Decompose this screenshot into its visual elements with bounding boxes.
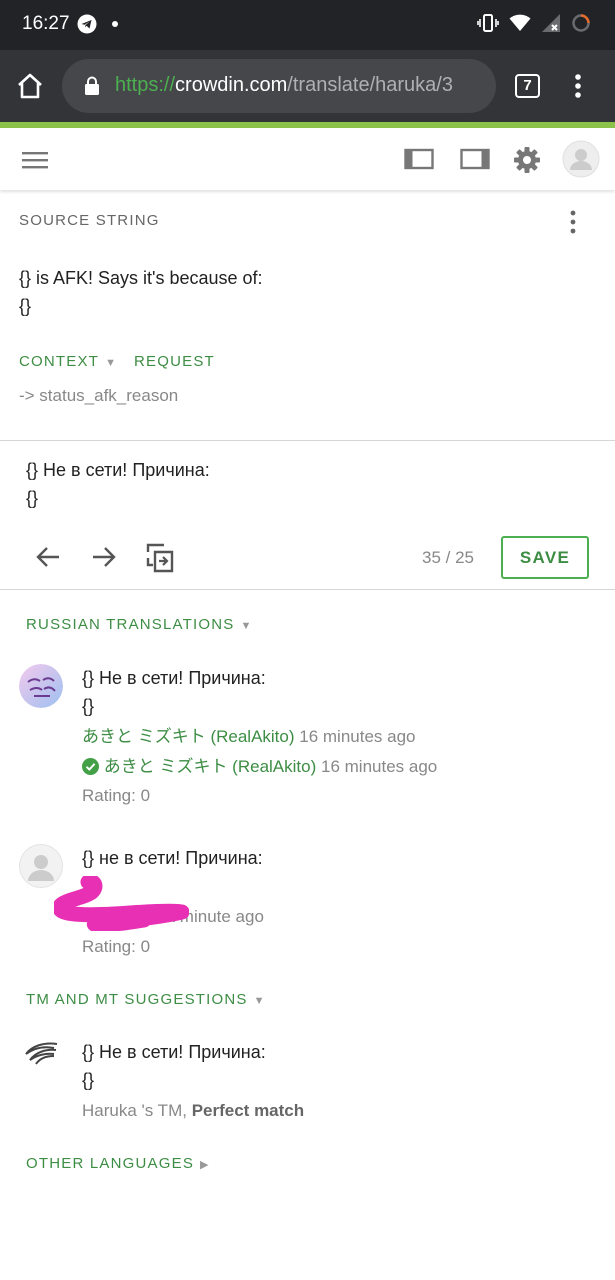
russian-translations-toggle[interactable]: RUSSIAN TRANSLATIONS ▼ bbox=[26, 616, 253, 633]
suggestion-source-name: Haruka 's TM, bbox=[82, 1101, 187, 1120]
next-arrow-icon[interactable] bbox=[91, 545, 117, 574]
source-string-label: SOURCE STRING bbox=[19, 212, 160, 229]
more-options-icon[interactable] bbox=[569, 210, 577, 239]
caret-down-icon: ▼ bbox=[253, 995, 266, 1007]
vibrate-icon bbox=[477, 13, 499, 38]
translation-line-2: {} bbox=[82, 696, 95, 716]
lock-icon bbox=[84, 76, 100, 101]
other-languages-toggle[interactable]: OTHER LANGUAGES ▶ bbox=[26, 1155, 210, 1172]
settings-gear-icon[interactable] bbox=[513, 146, 541, 179]
author-time: 16 minutes ago bbox=[299, 727, 416, 746]
caret-down-icon: ▼ bbox=[105, 357, 118, 369]
request-link[interactable]: REQUEST bbox=[134, 353, 215, 370]
translation-item-1[interactable]: {} Не в сети! Причина: {} bbox=[82, 664, 266, 720]
approver-link[interactable]: あきと ミズキト (RealAkito) bbox=[104, 757, 317, 776]
url-path: /translate/haruka/3 bbox=[287, 74, 453, 96]
divider bbox=[0, 589, 615, 590]
status-bar: 16:27 bbox=[0, 0, 615, 50]
translation-item-2[interactable]: {} не в сети! Причина: bbox=[82, 844, 263, 872]
russian-translations-label: RUSSIAN TRANSLATIONS bbox=[26, 616, 235, 633]
translation-author-row: あきと ミズキト (RealAkito) 16 minutes ago bbox=[82, 723, 416, 751]
user-avatar-icon[interactable] bbox=[562, 140, 600, 183]
other-languages-label: OTHER LANGUAGES bbox=[26, 1155, 195, 1172]
no-signal-icon bbox=[541, 13, 561, 38]
source-line-1: {} is AFK! Says it's because of: bbox=[19, 268, 263, 288]
url-host: crowdin.com bbox=[175, 74, 288, 96]
status-time: 16:27 bbox=[22, 13, 70, 34]
source-line-2: {} bbox=[19, 296, 32, 316]
suggestion-item[interactable]: {} Не в сети! Причина: {} bbox=[82, 1038, 266, 1094]
rating: Rating: 0 bbox=[82, 937, 151, 956]
previous-arrow-icon[interactable] bbox=[35, 545, 61, 574]
notification-dot-icon bbox=[112, 21, 118, 27]
url-scheme: https:// bbox=[115, 74, 176, 96]
caret-right-icon: ▶ bbox=[200, 1159, 210, 1171]
system-icons bbox=[477, 13, 591, 38]
telegram-icon bbox=[77, 14, 97, 39]
approval-row: あきと ミズキト (RealAkito) 16 minutes ago bbox=[82, 753, 437, 784]
tab-switcher-button[interactable]: 7 bbox=[515, 74, 540, 98]
redaction-scribble bbox=[52, 874, 190, 936]
editor-line-2: {} bbox=[26, 488, 39, 508]
battery-loading-icon bbox=[571, 13, 591, 38]
address-bar[interactable]: https://crowdin.com/translate/haruka/3 bbox=[62, 59, 496, 113]
suggestions-label: TM AND MT SUGGESTIONS bbox=[26, 991, 248, 1008]
suggestion-line-1: {} Не в сети! Причина: bbox=[82, 1042, 266, 1062]
home-icon[interactable] bbox=[16, 72, 44, 105]
rating: Rating: 0 bbox=[82, 786, 151, 805]
wifi-icon bbox=[509, 14, 531, 37]
copy-source-icon[interactable] bbox=[146, 543, 174, 578]
suggestion-source: Haruka 's TM, Perfect match bbox=[82, 1097, 304, 1125]
approve-time: 16 minutes ago bbox=[321, 757, 438, 776]
suggestion-line-2: {} bbox=[82, 1070, 95, 1090]
source-text: {} is AFK! Says it's because of: {} bbox=[19, 264, 263, 320]
caret-down-icon: ▼ bbox=[240, 620, 253, 632]
divider bbox=[0, 440, 615, 441]
context-toggle[interactable]: CONTEXT ▼ bbox=[19, 353, 117, 370]
suggestions-toggle[interactable]: TM AND MT SUGGESTIONS ▼ bbox=[26, 991, 266, 1008]
author-link[interactable]: あきと ミズキト (RealAkito) bbox=[82, 727, 295, 746]
save-button[interactable]: SAVE bbox=[501, 536, 589, 579]
left-panel-icon[interactable] bbox=[404, 146, 434, 177]
hamburger-menu-icon[interactable] bbox=[22, 150, 48, 175]
translation-line-1: {} Не в сети! Причина: bbox=[82, 668, 266, 688]
approved-check-icon bbox=[82, 756, 99, 784]
character-count: 35 / 25 bbox=[422, 548, 474, 567]
translator-avatar bbox=[19, 664, 63, 708]
editor-line-1: {} Не в сети! Причина: bbox=[26, 460, 210, 480]
browser-toolbar: https://crowdin.com/translate/haruka/3 7 bbox=[0, 50, 615, 122]
translation-memory-icon bbox=[24, 1040, 58, 1071]
translation-editor[interactable]: {} Не в сети! Причина: {} bbox=[26, 456, 210, 512]
browser-menu-icon[interactable] bbox=[574, 74, 582, 105]
app-toolbar bbox=[0, 128, 615, 190]
right-panel-icon[interactable] bbox=[460, 146, 490, 177]
url-text: https://crowdin.com/translate/haruka/3 bbox=[115, 74, 453, 97]
suggestion-match: Perfect match bbox=[191, 1101, 305, 1120]
translation-line-1: {} не в сети! Причина: bbox=[82, 848, 263, 868]
context-label: CONTEXT bbox=[19, 353, 100, 370]
context-value: -> status_afk_reason bbox=[19, 386, 179, 405]
